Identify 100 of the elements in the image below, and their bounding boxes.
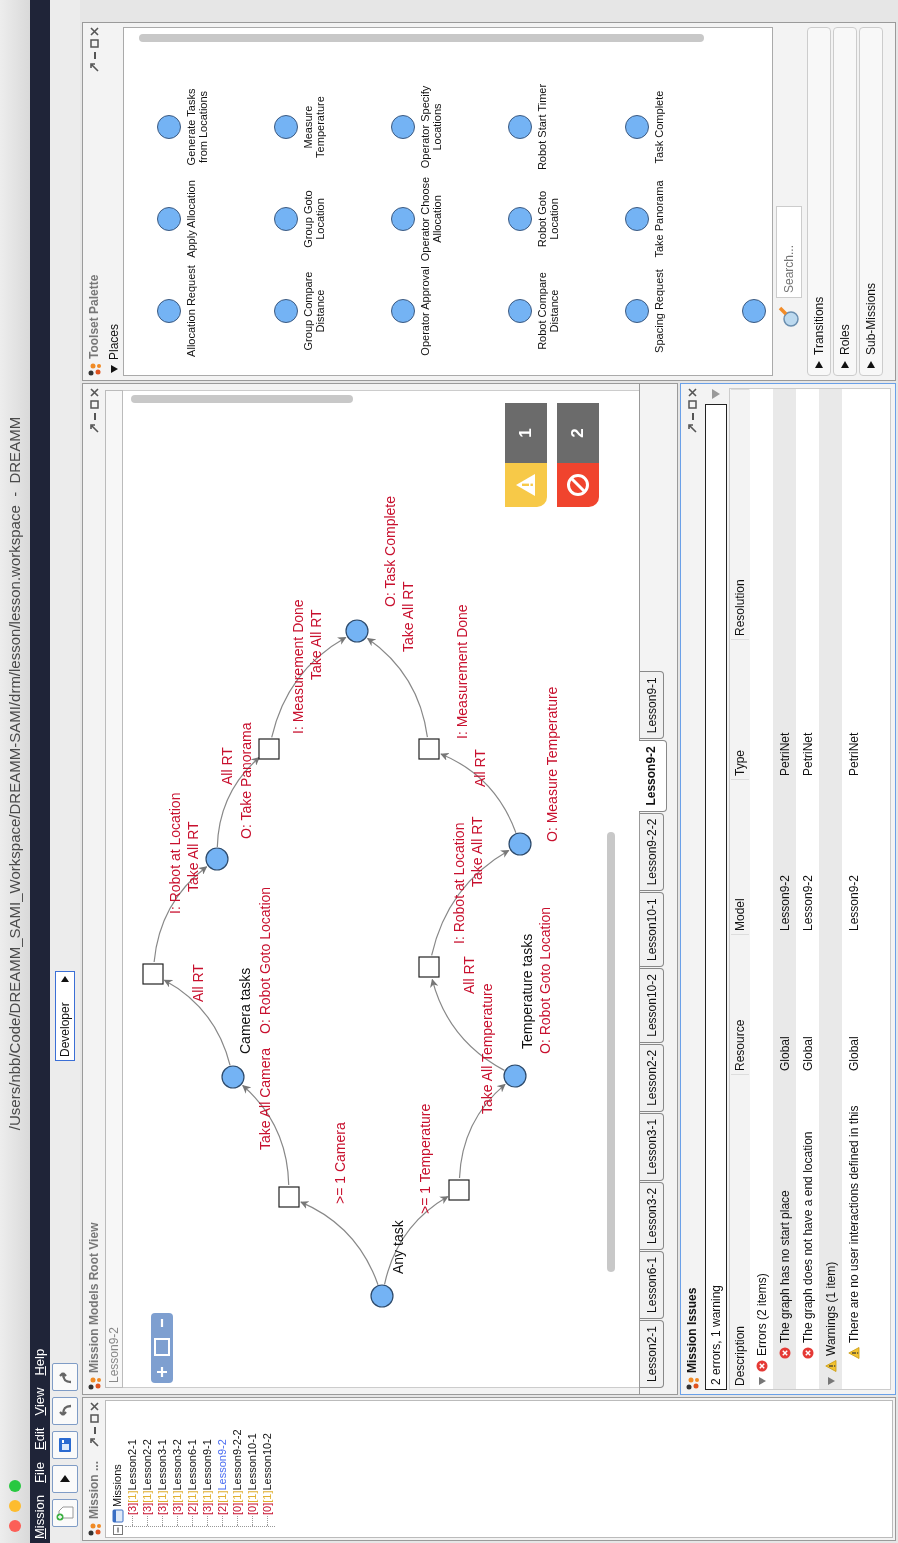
inscription-label: All RT: [190, 964, 206, 1002]
tab[interactable]: Lesson2-2: [640, 1043, 664, 1112]
table-cell-text: Lesson9-2: [845, 873, 862, 933]
maximize-icon[interactable]: [89, 39, 99, 48]
tab[interactable]: Lesson3-2: [640, 1181, 664, 1250]
group-label[interactable]: Errors (2 items): [752, 1273, 771, 1356]
menu-item[interactable]: Mission: [32, 1494, 48, 1539]
group-label[interactable]: Warnings (1 item): [821, 1261, 840, 1356]
tree-item[interactable]: Lesson2-1: [125, 1439, 140, 1491]
tab[interactable]: Lesson10-2: [640, 968, 664, 1043]
tree-item[interactable]: Lesson9-1: [200, 1439, 215, 1491]
tree-item[interactable]: Lesson10-1: [245, 1433, 260, 1491]
fit-icon[interactable]: [154, 1338, 170, 1356]
new-button[interactable]: [52, 1499, 78, 1527]
app-logo-icon: [685, 1377, 699, 1390]
palette-tool[interactable]: Group Goto Location: [241, 173, 358, 265]
column-header[interactable]: Resource: [731, 934, 749, 1074]
menu-item[interactable]: Help: [32, 1348, 48, 1376]
plus-icon[interactable]: [156, 1366, 168, 1378]
error-icon: [565, 472, 591, 498]
close-icon[interactable]: [687, 388, 697, 397]
breadcrumb: Lesson9-2: [105, 390, 123, 1388]
tree-item[interactable]: Missions: [109, 1464, 126, 1507]
section-header[interactable]: Sub-Missions: [859, 27, 883, 376]
restore-icon[interactable]: [687, 424, 697, 433]
inscription-label: O: Measure Temperature: [544, 686, 560, 842]
menu-item[interactable]: File: [32, 1461, 48, 1483]
maximize-icon[interactable]: [89, 1414, 99, 1423]
close-icon[interactable]: [89, 388, 99, 397]
tree-item[interactable]: Lesson10-2: [260, 1433, 275, 1491]
tree-item[interactable]: Lesson6-1: [185, 1439, 200, 1491]
palette-tool[interactable]: Task Complete: [592, 81, 709, 173]
tree-item[interactable]: Lesson9-2: [215, 1439, 230, 1491]
column-header[interactable]: Type: [731, 639, 749, 779]
palette-tool[interactable]: Allocation Request: [124, 265, 241, 357]
scrollbar-thumb[interactable]: [131, 395, 353, 403]
error-badge[interactable]: 2: [557, 403, 599, 507]
close-icon[interactable]: [89, 27, 99, 36]
palette-tool[interactable]: Measure Temperature: [241, 81, 358, 173]
tab[interactable]: Lesson2-1: [640, 1319, 664, 1388]
inscription-label: Take All Temperature: [479, 983, 495, 1114]
expand-icon[interactable]: [840, 360, 850, 370]
section-label[interactable]: Places: [105, 323, 123, 360]
search-field[interactable]: Search...: [776, 206, 802, 298]
collapse-icon[interactable]: [112, 1525, 123, 1535]
restore-icon[interactable]: [89, 63, 99, 72]
tab[interactable]: Lesson9-2-2: [640, 812, 664, 892]
palette-tool[interactable]: Robot Compare Distance: [475, 265, 592, 357]
maximize-icon[interactable]: [89, 400, 99, 409]
palette-tool[interactable]: Take Panorama: [592, 173, 709, 265]
tree-item[interactable]: Lesson9-2-2: [230, 1429, 245, 1491]
place-node: [345, 619, 369, 643]
restore-icon[interactable]: [89, 1438, 99, 1447]
palette-tool[interactable]: Operator Approval: [358, 265, 475, 357]
perspective-dropdown[interactable]: Developer: [55, 971, 75, 1061]
redo-button[interactable]: [52, 1363, 78, 1391]
column-header[interactable]: Resolution: [731, 389, 749, 639]
tab[interactable]: Lesson3-1: [640, 1112, 664, 1181]
window-button[interactable]: [52, 1431, 78, 1459]
expand-icon[interactable]: [109, 364, 119, 374]
inscription-label: I: Measurement Done: [454, 604, 470, 739]
tab[interactable]: Lesson6-1: [640, 1250, 664, 1319]
close-icon[interactable]: [89, 1402, 99, 1411]
section-header[interactable]: Roles: [833, 27, 857, 376]
warning-badge[interactable]: 1: [505, 403, 547, 507]
restore-icon[interactable]: [89, 424, 99, 433]
tab[interactable]: Lesson9-1: [640, 671, 664, 740]
place-icon: [391, 299, 415, 323]
filter-menu-icon[interactable]: [711, 388, 721, 400]
palette-tool[interactable]: Robot Goto Location: [475, 173, 592, 265]
tree-item[interactable]: Lesson3-1: [155, 1439, 170, 1491]
warning-count: [1]: [125, 1490, 139, 1503]
palette-tool[interactable]: Operator Choose Allocation: [358, 173, 475, 265]
expand-icon[interactable]: [814, 360, 824, 370]
dropdown-button[interactable]: [52, 1465, 78, 1493]
tab[interactable]: Lesson9-2: [639, 740, 667, 812]
tree-item[interactable]: Lesson2-2: [140, 1439, 155, 1491]
palette-tool[interactable]: Apply Allocation: [124, 173, 241, 265]
column-header[interactable]: Model: [731, 779, 749, 934]
scrollbar-thumb[interactable]: [607, 832, 615, 1272]
column-header[interactable]: Description: [731, 1074, 749, 1389]
palette-tool[interactable]: Group Compare Distance: [241, 265, 358, 357]
tree-item[interactable]: Lesson3-2: [170, 1439, 185, 1491]
expand-icon[interactable]: [866, 360, 876, 370]
tab[interactable]: Lesson10-1: [640, 892, 664, 968]
menu-item[interactable]: View: [32, 1387, 48, 1416]
filter-field[interactable]: 2 errors, 1 warning: [705, 404, 727, 1390]
menu-item[interactable]: Edit: [32, 1427, 48, 1450]
error-count: [3]: [140, 1502, 154, 1515]
palette-tool[interactable]: Generate Tasks from Locations: [124, 81, 241, 173]
error-count: [0]: [260, 1502, 274, 1515]
undo-button[interactable]: [52, 1397, 78, 1425]
scrollbar-thumb[interactable]: [139, 34, 704, 42]
zoom-control[interactable]: [151, 1313, 173, 1383]
palette-tool[interactable]: Robot Start Timer: [475, 81, 592, 173]
palette-tool[interactable]: Spacing Request: [592, 265, 709, 357]
place-icon: [625, 299, 649, 323]
section-header[interactable]: Transitions: [807, 27, 831, 376]
palette-tool[interactable]: Operator Specify Locations: [358, 81, 475, 173]
maximize-icon[interactable]: [687, 400, 697, 409]
